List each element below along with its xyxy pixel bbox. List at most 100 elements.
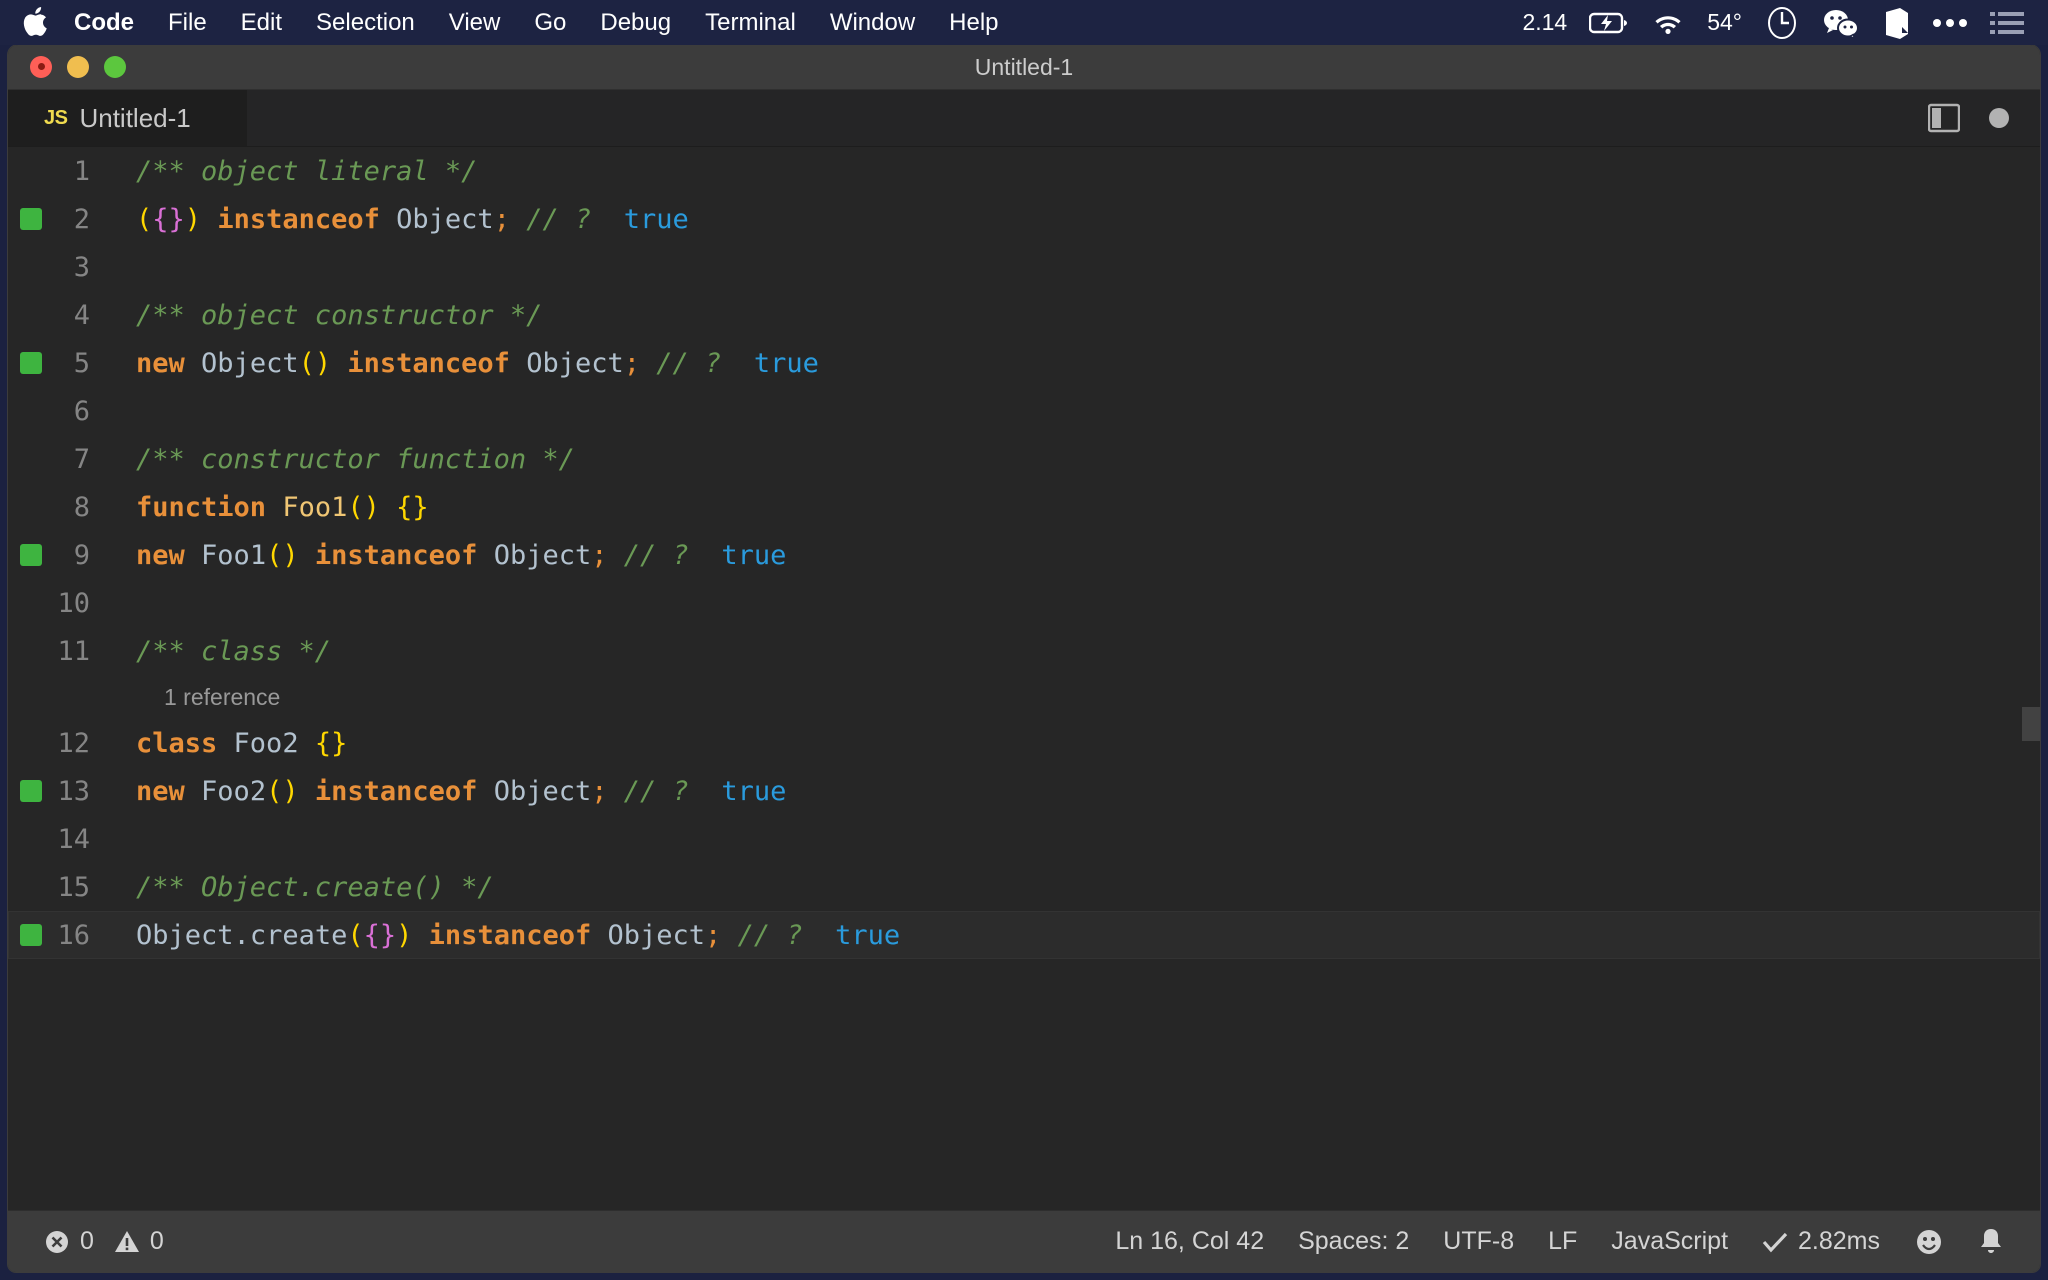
tab-untitled-1[interactable]: JS Untitled-1 bbox=[8, 90, 248, 146]
problems-indicator[interactable]: 0 0 bbox=[30, 1227, 178, 1256]
code-token: true bbox=[753, 347, 819, 379]
editor-actions bbox=[1928, 90, 2040, 146]
breakpoint-marker[interactable] bbox=[20, 924, 42, 946]
code-token: ; bbox=[493, 203, 510, 235]
code-line-16[interactable]: 16 Object.create({}) instanceof Object; /… bbox=[8, 911, 2040, 959]
code-token: ( bbox=[347, 919, 364, 951]
code-line-2[interactable]: 2({}) instanceof Object; // ? true bbox=[8, 195, 2040, 243]
menu-item-terminal[interactable]: Terminal bbox=[688, 0, 813, 45]
menu-item-edit[interactable]: Edit bbox=[224, 0, 299, 45]
list-menu-icon[interactable] bbox=[1990, 10, 2024, 36]
code-content: /** object constructor */ bbox=[118, 300, 542, 331]
code-token: ( bbox=[136, 203, 153, 235]
breakpoint-marker[interactable] bbox=[20, 780, 42, 802]
tray-temperature[interactable]: 54° bbox=[1707, 9, 1742, 36]
notifications-button[interactable] bbox=[1964, 1227, 2018, 1257]
code-line-1[interactable]: 1 /** object literal */ bbox=[8, 147, 2040, 195]
line-number: 7 bbox=[73, 443, 90, 475]
ellipsis-icon[interactable] bbox=[1932, 17, 1968, 29]
code-line-9[interactable]: 9 new Foo1() instanceof Object; // ? true bbox=[8, 531, 2040, 579]
encoding-setting[interactable]: UTF-8 bbox=[1429, 1227, 1528, 1256]
maximize-button[interactable] bbox=[104, 56, 126, 78]
clock-circle-icon[interactable] bbox=[1764, 5, 1800, 41]
code-line-4[interactable]: 4 /** object constructor */ bbox=[8, 291, 2040, 339]
line-number: 10 bbox=[57, 587, 90, 619]
breakpoint-marker[interactable] bbox=[20, 352, 42, 374]
menu-item-debug[interactable]: Debug bbox=[583, 0, 688, 45]
code-line-14[interactable]: 14 bbox=[8, 815, 2040, 863]
feedback-button[interactable] bbox=[1900, 1227, 1958, 1257]
code-line-3[interactable]: 3 bbox=[8, 243, 2040, 291]
code-line-7[interactable]: 7 /** constructor function */ bbox=[8, 435, 2040, 483]
code-token: {} bbox=[363, 919, 397, 951]
minimize-button[interactable] bbox=[67, 56, 89, 78]
macos-menu-bar: Code File Edit Selection View Go Debug T… bbox=[0, 0, 2048, 45]
code-line-6[interactable]: 6 bbox=[8, 387, 2040, 435]
wechat-icon[interactable] bbox=[1822, 8, 1860, 38]
language-mode[interactable]: JavaScript bbox=[1597, 1227, 1742, 1256]
warning-triangle-icon bbox=[114, 1230, 139, 1252]
line-number: 6 bbox=[73, 395, 90, 427]
code-line-11[interactable]: 11 /** class */ bbox=[8, 627, 2040, 675]
warning-count: 0 bbox=[149, 1227, 164, 1255]
code-token: () bbox=[347, 491, 380, 523]
split-editor-icon[interactable] bbox=[1928, 103, 1960, 133]
indentation-setting[interactable]: Spaces: 2 bbox=[1284, 1227, 1423, 1256]
code-line-5[interactable]: 5 new Object() instanceof Object; // ? tr… bbox=[8, 339, 2040, 387]
code-line-15[interactable]: 15 /** Object.create() */ bbox=[8, 863, 2040, 911]
codelens-label[interactable]: 1 reference bbox=[164, 684, 280, 711]
code-token: Object bbox=[136, 919, 234, 951]
runtime-value: 2.82ms bbox=[1798, 1227, 1880, 1255]
code-line-12[interactable]: 12 class Foo2 {} bbox=[8, 719, 2040, 767]
cursor-position[interactable]: Ln 16, Col 42 bbox=[1101, 1227, 1278, 1256]
menu-item-window[interactable]: Window bbox=[813, 0, 932, 45]
code-token: ; bbox=[591, 539, 608, 571]
wifi-icon[interactable] bbox=[1651, 11, 1685, 35]
code-editor[interactable]: 1 /** object literal */ 2({}) instanceof O… bbox=[8, 147, 2040, 1210]
menu-item-code[interactable]: Code bbox=[74, 0, 151, 45]
code-token: /** Object.create() */ bbox=[136, 871, 494, 903]
code-line-13[interactable]: 13 new Foo2() instanceof Object; // ? tru… bbox=[8, 767, 2040, 815]
eol-setting[interactable]: LF bbox=[1534, 1227, 1591, 1256]
tray-value[interactable]: 2.14 bbox=[1522, 9, 1567, 36]
code-content: new Foo1() instanceof Object; // ? true bbox=[118, 540, 786, 571]
line-number: 8 bbox=[73, 491, 90, 523]
editor-vertical-scrollbar[interactable] bbox=[2022, 707, 2040, 741]
breakpoint-marker[interactable] bbox=[20, 208, 42, 230]
menu-item-selection[interactable]: Selection bbox=[299, 0, 432, 45]
code-token: Object bbox=[493, 775, 592, 807]
vscode-window: Untitled-1 JS Untitled-1 1 /** object lit… bbox=[8, 45, 2040, 1272]
menu-item-go[interactable]: Go bbox=[517, 0, 583, 45]
code-line-8[interactable]: 8 function Foo1() {} bbox=[8, 483, 2040, 531]
code-token: /** constructor function */ bbox=[136, 443, 575, 475]
runtime-indicator[interactable]: 2.82ms bbox=[1748, 1227, 1894, 1256]
code-token: // ? bbox=[737, 919, 803, 951]
menu-item-view[interactable]: View bbox=[432, 0, 518, 45]
code-token: true bbox=[623, 203, 689, 235]
codelens-reference-count[interactable]: 1 reference bbox=[8, 675, 2040, 719]
line-number: 15 bbox=[57, 871, 90, 903]
code-token: ; bbox=[623, 347, 641, 379]
code-token: new bbox=[136, 539, 185, 571]
code-token: true bbox=[835, 919, 901, 951]
menu-item-file[interactable]: File bbox=[151, 0, 224, 45]
evernote-icon[interactable] bbox=[1882, 6, 1910, 40]
battery-charging-icon[interactable] bbox=[1589, 11, 1629, 35]
breakpoint-marker[interactable] bbox=[20, 544, 42, 566]
code-content: /** Object.create() */ bbox=[118, 872, 494, 903]
menu-item-help[interactable]: Help bbox=[932, 0, 1015, 45]
code-line-10[interactable]: 10 bbox=[8, 579, 2040, 627]
unsaved-dot-icon[interactable] bbox=[1988, 107, 2010, 129]
close-button[interactable] bbox=[30, 56, 52, 78]
apple-logo-icon[interactable] bbox=[22, 6, 48, 37]
